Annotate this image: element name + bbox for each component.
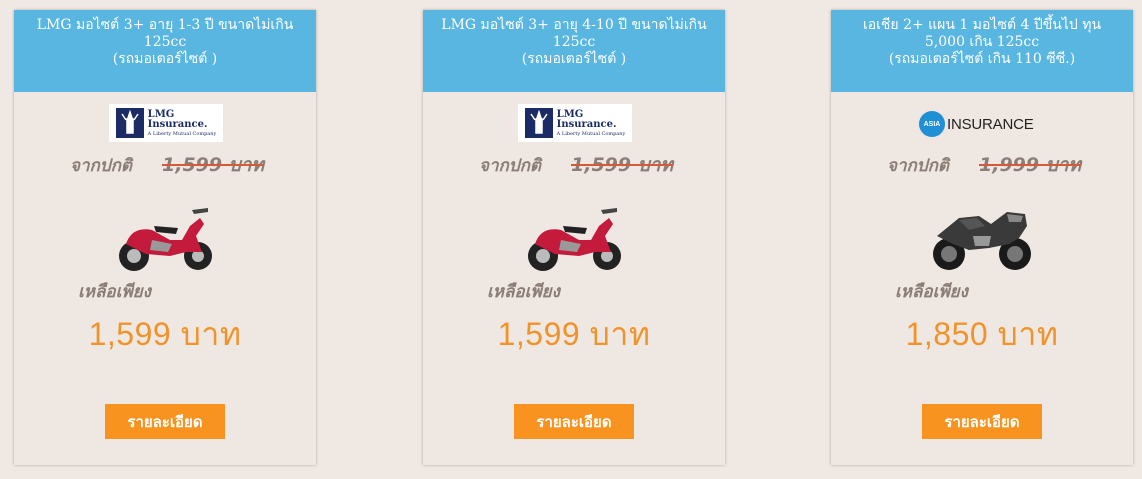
details-button[interactable]: รายละเอียด: [105, 404, 225, 439]
card-title-line-3: (รถมอเตอร์ไซต์ เกิน 110 ซีซี.): [888, 51, 1076, 67]
statue-of-liberty-icon: [524, 108, 553, 138]
remain-label: เหลือเพียง: [78, 282, 151, 302]
card-title-line-1: LMG มอไซต์ 3+ อายุ 4-10 ปี ขนาดไม่เกิน: [441, 17, 707, 33]
logo-tagline: A Liberty Mutual Company: [556, 130, 626, 137]
offer-price: 1,599 บาท: [497, 316, 651, 352]
card-title-line-1: LMG มอไซต์ 3+ อายุ 1-3 ปี ขนาดไม่เกิน: [36, 17, 294, 33]
logo-tagline: A Liberty Mutual Company: [147, 130, 217, 137]
card-title-line-1: เอเชีย 2+ แผน 1 มอไซต์ 4 ปีขึ้นไป ทุน: [862, 17, 1102, 33]
details-button[interactable]: รายละเอียด: [514, 404, 634, 439]
lmg-insurance-logo: LMG Insurance. A Liberty Mutual Company: [518, 104, 632, 142]
normal-price-label: จากปกติ: [70, 156, 132, 176]
insurance-card-lmg-4-10: LMG มอไซต์ 3+ อายุ 4-10 ปี ขนาดไม่เกิน 1…: [423, 10, 725, 465]
offer-price: 1,850 บาท: [905, 316, 1059, 352]
card-title-line-3: (รถมอเตอร์ไซต์ ): [521, 51, 627, 67]
insurance-card-lmg-1-3: LMG มอไซต์ 3+ อายุ 1-3 ปี ขนาดไม่เกิน 12…: [14, 10, 316, 465]
normal-price: 1,599 บาท: [571, 154, 673, 176]
asia-badge-icon: ASIA: [919, 111, 945, 137]
sport-motorcycle-icon: [933, 212, 1031, 270]
card-title: LMG มอไซต์ 3+ อายุ 4-10 ปี ขนาดไม่เกิน 1…: [423, 10, 725, 92]
details-button[interactable]: รายละเอียด: [922, 404, 1042, 439]
normal-price: 1,999 บาท: [979, 154, 1081, 176]
card-title-line-2: 5,000 เกิน 125cc: [924, 34, 1040, 50]
logo-line-1: LMG: [147, 108, 175, 120]
logo-line-2: Insurance.: [147, 118, 208, 130]
card-title: เอเชีย 2+ แผน 1 มอไซต์ 4 ปีขึ้นไป ทุน 5,…: [831, 10, 1133, 92]
card-title-line-2: 125cc: [143, 34, 187, 50]
scooter-motorcycle-icon: [528, 208, 621, 271]
lmg-insurance-logo: LMG Insurance. A Liberty Mutual Company: [109, 104, 223, 142]
statue-of-liberty-icon: [115, 108, 144, 138]
remain-label: เหลือเพียง: [487, 282, 560, 302]
offer-price: 1,599 บาท: [88, 316, 242, 352]
scooter-motorcycle-icon: [119, 208, 212, 271]
normal-price: 1,599 บาท: [162, 154, 264, 176]
card-title-line-3: (รถมอเตอร์ไซต์ ): [112, 51, 218, 67]
logo-line-1: LMG: [556, 108, 584, 120]
remain-label: เหลือเพียง: [895, 282, 968, 302]
asia-insurance-logo: ASIA INSURANCE: [919, 111, 1034, 137]
normal-price-label: จากปกติ: [479, 156, 541, 176]
logo-line-2: Insurance.: [556, 118, 617, 130]
normal-price-label: จากปกติ: [887, 156, 949, 176]
insurance-card-asia: เอเชีย 2+ แผน 1 มอไซต์ 4 ปีขึ้นไป ทุน 5,…: [831, 10, 1133, 465]
card-title-line-2: 125cc: [552, 34, 596, 50]
card-title: LMG มอไซต์ 3+ อายุ 1-3 ปี ขนาดไม่เกิน 12…: [14, 10, 316, 92]
asia-logo-word: INSURANCE: [947, 115, 1034, 133]
